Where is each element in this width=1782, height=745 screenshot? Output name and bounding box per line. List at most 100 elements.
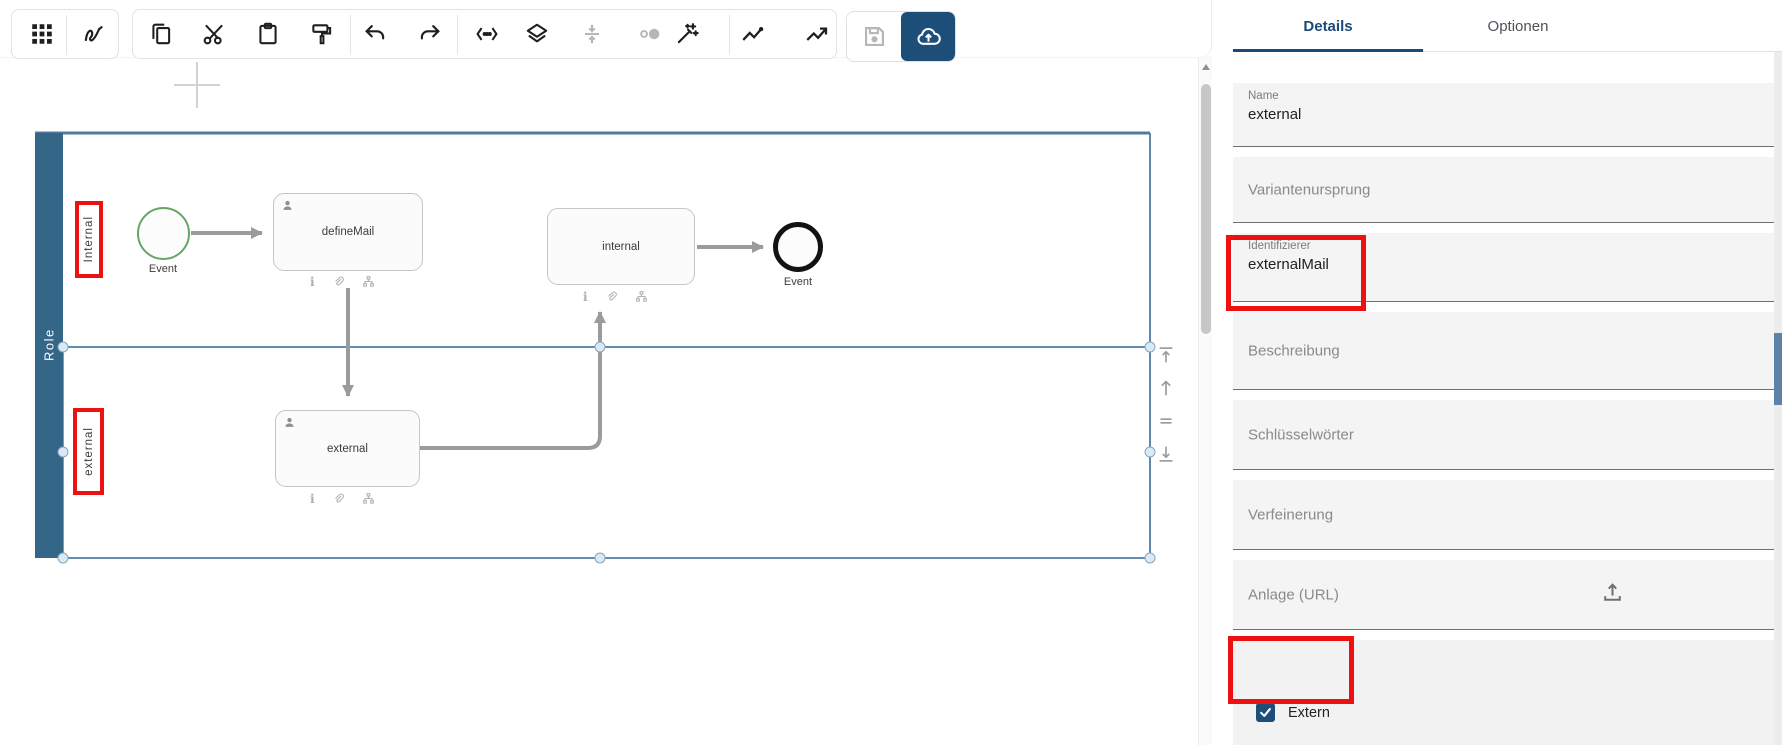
extern-checkbox[interactable] — [1256, 703, 1275, 722]
start-event[interactable] — [137, 207, 190, 260]
cloud-upload-button[interactable] — [901, 12, 955, 61]
properties-panel: Details Optionen Name external Varianten… — [1233, 0, 1782, 745]
upload-icon[interactable] — [1600, 580, 1625, 610]
canvas-scrollbar-thumb[interactable] — [1200, 84, 1211, 334]
panel-body: Name external Variantenursprung Identifi… — [1233, 52, 1782, 745]
sitemap-icon — [362, 276, 374, 287]
lane-label-internal[interactable]: Internal — [83, 216, 95, 262]
paste-button[interactable] — [245, 11, 291, 57]
app-window: Role Internal external Event defineMail … — [0, 0, 1782, 745]
verfeinerung-field[interactable]: Verfeinerung — [1233, 480, 1774, 550]
tab-optionen-label: Optionen — [1487, 17, 1549, 35]
diagram-connectors — [35, 62, 1151, 559]
beschreibung-field[interactable]: Beschreibung — [1233, 312, 1774, 390]
arrow-up-icon — [1161, 380, 1171, 396]
selection-handle[interactable] — [57, 446, 69, 458]
name-field-value: external — [1248, 106, 1302, 123]
panel-scrollbar-thumb[interactable] — [1774, 333, 1782, 405]
paste-icon — [259, 22, 277, 45]
variantenursprung-placeholder: Variantenursprung — [1248, 181, 1371, 198]
end-event[interactable] — [773, 222, 823, 272]
beschreibung-placeholder: Beschreibung — [1248, 342, 1340, 359]
grid-view-button[interactable] — [19, 11, 65, 57]
start-event-label: Event — [148, 263, 178, 275]
schluesselwoerter-field[interactable]: Schlüsselwörter — [1233, 400, 1774, 470]
selection-handle[interactable] — [1144, 552, 1156, 564]
format-painter-button[interactable] — [299, 11, 345, 57]
task-external-label: external — [327, 442, 368, 455]
redo-icon — [420, 25, 440, 40]
xml-source-button[interactable] — [464, 11, 510, 57]
move-to-top-button[interactable] — [1154, 344, 1178, 368]
checkbox-section: Extern Mehrfach-Instanzen — [1233, 640, 1774, 745]
task-external-badges: i — [310, 492, 375, 505]
identifizierer-field[interactable]: Identifizierer externalMail — [1233, 233, 1774, 302]
auto-layout-button[interactable] — [664, 11, 710, 57]
toolbar — [0, 0, 1212, 62]
cut-button[interactable] — [191, 11, 237, 57]
trend-line-tool-button[interactable] — [794, 11, 840, 57]
copy-button[interactable] — [138, 11, 184, 57]
task-internal[interactable]: internal — [547, 208, 695, 285]
move-up-button[interactable] — [1154, 377, 1178, 401]
lane-order-controls — [1154, 344, 1178, 467]
identifizierer-field-label: Identifizierer — [1248, 240, 1311, 252]
tab-details[interactable]: Details — [1233, 0, 1423, 52]
selection-handle[interactable] — [57, 341, 69, 353]
scroll-up-icon[interactable] — [1202, 64, 1210, 70]
task-definemail[interactable]: defineMail — [273, 193, 423, 271]
anlage-url-field[interactable]: Anlage (URL) — [1233, 560, 1774, 630]
person-icon — [283, 416, 296, 429]
vertical-compress-button[interactable] — [569, 11, 615, 57]
selection-handle[interactable] — [594, 341, 606, 353]
task-internal-badges: i — [583, 290, 648, 303]
panel-scrollbar[interactable] — [1774, 52, 1782, 745]
sitemap-icon — [362, 493, 374, 504]
flow-external-to-internal[interactable] — [420, 311, 606, 450]
check-icon — [1260, 708, 1271, 717]
task-internal-label: internal — [602, 240, 640, 253]
distribute-button[interactable] — [1154, 410, 1178, 434]
extern-checkbox-row[interactable]: Extern — [1256, 703, 1330, 722]
tab-details-label: Details — [1303, 17, 1353, 35]
info-icon: i — [583, 289, 588, 304]
extern-checkbox-label: Extern — [1288, 704, 1330, 721]
toolbar-group-save — [846, 11, 956, 62]
move-to-bottom-button[interactable] — [1154, 443, 1178, 467]
cut-icon — [203, 24, 223, 45]
task-definemail-label: defineMail — [321, 226, 375, 238]
selection-handle[interactable] — [57, 552, 69, 564]
name-field[interactable]: Name external — [1233, 83, 1774, 147]
lane-label-external[interactable]: external — [83, 427, 95, 476]
undo-button[interactable] — [352, 11, 398, 57]
align-bottom-icon — [1159, 446, 1173, 462]
paperclip-icon — [607, 291, 617, 301]
code-icon — [476, 27, 498, 41]
info-icon: i — [310, 491, 315, 506]
polyline-tool-button[interactable] — [730, 11, 776, 57]
vertical-compress-icon — [584, 24, 600, 44]
panel-tabs: Details Optionen — [1233, 0, 1782, 52]
diagram-canvas[interactable]: Role Internal external Event defineMail … — [0, 0, 1212, 745]
copy-icon — [152, 23, 171, 45]
upload-icon — [1604, 582, 1621, 601]
tab-optionen[interactable]: Optionen — [1423, 0, 1613, 52]
info-icon: i — [310, 274, 315, 289]
selection-handle[interactable] — [594, 552, 606, 564]
grid-icon — [32, 24, 52, 44]
end-event-label: Event — [783, 276, 813, 288]
save-button[interactable] — [847, 12, 901, 61]
trend-line-icon — [806, 27, 828, 41]
freehand-draw-button[interactable] — [71, 11, 117, 57]
task-definemail-badges: i — [310, 275, 375, 288]
paint-roller-icon — [312, 24, 332, 45]
task-external[interactable]: external — [275, 410, 420, 487]
redo-button[interactable] — [407, 11, 453, 57]
ink-pen-icon — [84, 26, 103, 42]
undo-icon — [365, 25, 385, 40]
annotation-lane-internal: Internal — [75, 201, 103, 278]
canvas-scrollbar[interactable] — [1198, 56, 1212, 745]
layers-button[interactable] — [514, 11, 560, 57]
name-field-label: Name — [1248, 90, 1279, 102]
variantenursprung-field[interactable]: Variantenursprung — [1233, 157, 1774, 223]
